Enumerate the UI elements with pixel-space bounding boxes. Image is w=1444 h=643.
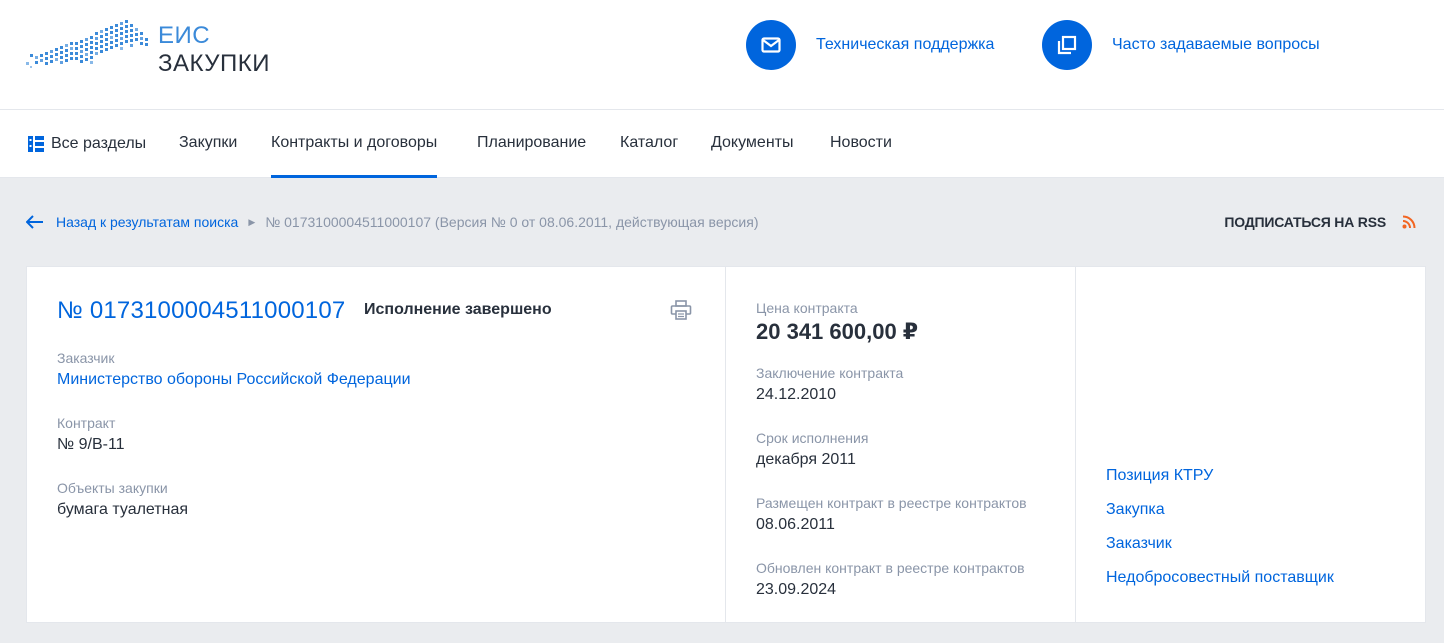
breadcrumb: Назад к результатам поиска ▶ № 017310000… bbox=[26, 210, 758, 234]
rss-label: ПОДПИСАТЬСЯ НА RSS bbox=[1224, 214, 1386, 230]
placed-value: 08.06.2011 bbox=[756, 516, 835, 533]
back-to-results-link[interactable]: Назад к результатам поиска bbox=[56, 214, 238, 230]
placed-label: Размещен контракт в реестре контрактов bbox=[756, 495, 1027, 511]
placed-field: Размещен контракт в реестре контрактов 0… bbox=[756, 494, 1027, 536]
main-nav: Все разделы Закупки Контракты и договоры… bbox=[0, 110, 1444, 178]
status-badge: Исполнение завершено bbox=[364, 301, 552, 318]
tech-support-label: Техническая поддержка bbox=[816, 36, 995, 53]
term-field: Срок исполнения декабря 2011 bbox=[756, 429, 868, 471]
faq-link[interactable]: Часто задаваемые вопросы bbox=[1042, 20, 1320, 70]
contract-card: № 0173100004511000107 Исполнение заверше… bbox=[26, 266, 1426, 623]
updated-field: Обновлен контракт в реестре контрактов 2… bbox=[756, 559, 1025, 601]
price-field: Цена контракта 20 341 600,00 ₽ bbox=[756, 299, 918, 345]
russia-map-logo-icon bbox=[26, 20, 148, 68]
contract-field: Контракт № 9/В-11 bbox=[57, 414, 125, 456]
nav-item-all-sections[interactable]: Все разделы bbox=[27, 110, 146, 178]
logo-line-2: ЗАКУПКИ bbox=[158, 50, 270, 77]
nav-item-news[interactable]: Новости bbox=[830, 110, 892, 178]
print-icon[interactable] bbox=[670, 300, 692, 320]
objects-label: Объекты закупки bbox=[57, 480, 168, 496]
nav-item-contracts[interactable]: Контракты и договоры bbox=[271, 110, 438, 178]
term-value: декабря 2011 bbox=[756, 451, 856, 468]
contract-label: Контракт bbox=[57, 415, 116, 431]
nav-all-label: Все разделы bbox=[51, 135, 147, 152]
ktru-position-link[interactable]: Позиция КТРУ bbox=[1106, 465, 1334, 487]
contract-main-column: № 0173100004511000107 Исполнение заверше… bbox=[27, 267, 725, 622]
term-label: Срок исполнения bbox=[756, 430, 869, 446]
objects-value: бумага туалетная bbox=[57, 501, 189, 518]
contract-number[interactable]: № 0173100004511000107 bbox=[57, 297, 345, 325]
nav-item-planning[interactable]: Планирование bbox=[477, 110, 586, 178]
customer-link[interactable]: Министерство обороны Российской Федераци… bbox=[57, 369, 411, 391]
nav-item-documents[interactable]: Документы bbox=[711, 110, 793, 178]
price-value: 20 341 600,00 ₽ bbox=[756, 319, 919, 344]
rss-subscribe-link[interactable]: ПОДПИСАТЬСЯ НА RSS bbox=[1224, 210, 1416, 234]
objects-field: Объекты закупки бумага туалетная bbox=[57, 479, 188, 521]
conclusion-label: Заключение контракта bbox=[756, 365, 904, 381]
nav-item-catalog[interactable]: Каталог bbox=[620, 110, 678, 178]
contract-value: № 9/В-11 bbox=[57, 436, 125, 453]
related-links: Позиция КТРУ Закупка Заказчик Недобросов… bbox=[1106, 465, 1334, 601]
back-arrow-icon[interactable] bbox=[26, 215, 44, 229]
customer-side-link[interactable]: Заказчик bbox=[1106, 533, 1334, 555]
mail-icon bbox=[746, 20, 796, 70]
faq-copy-icon bbox=[1042, 20, 1092, 70]
price-label: Цена контракта bbox=[756, 300, 858, 316]
site-header: ЕИС ЗАКУПКИ Техническая поддержка Часто … bbox=[0, 0, 1444, 110]
customer-field: Заказчик Министерство обороны Российской… bbox=[57, 349, 411, 391]
related-links-column: Позиция КТРУ Закупка Заказчик Недобросов… bbox=[1075, 267, 1425, 622]
purchase-link[interactable]: Закупка bbox=[1106, 499, 1334, 521]
logo-text: ЕИС ЗАКУПКИ bbox=[158, 22, 270, 78]
contract-details-column: Цена контракта 20 341 600,00 ₽ Заключени… bbox=[725, 267, 1075, 622]
nav-item-purchases[interactable]: Закупки bbox=[179, 110, 237, 178]
eis-logo[interactable]: ЕИС ЗАКУПКИ bbox=[26, 18, 286, 82]
updated-label: Обновлен контракт в реестре контрактов bbox=[756, 560, 1025, 576]
tech-support-link[interactable]: Техническая поддержка bbox=[746, 20, 994, 70]
sections-icon bbox=[28, 136, 44, 152]
faq-label: Часто задаваемые вопросы bbox=[1112, 36, 1320, 53]
updated-value: 23.09.2024 bbox=[756, 581, 837, 598]
rss-icon bbox=[1402, 215, 1416, 229]
breadcrumb-current: № 0173100004511000107 (Версия № 0 от 08.… bbox=[265, 214, 759, 230]
customer-label: Заказчик bbox=[57, 350, 115, 366]
logo-line-1: ЕИС bbox=[158, 22, 211, 49]
breadcrumb-separator-icon: ▶ bbox=[248, 216, 256, 227]
conclusion-value: 24.12.2010 bbox=[756, 386, 837, 403]
conclusion-field: Заключение контракта 24.12.2010 bbox=[756, 364, 903, 406]
unfair-supplier-link[interactable]: Недобросовестный поставщик bbox=[1106, 567, 1334, 589]
